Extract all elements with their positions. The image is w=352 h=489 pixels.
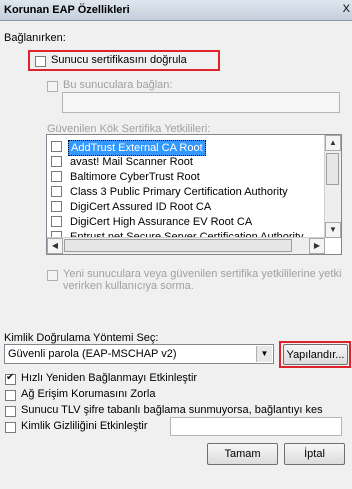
list-vertical-scrollbar[interactable]: ▲ ▼ — [324, 135, 341, 238]
scroll-down-icon[interactable]: ▼ — [325, 222, 341, 238]
close-icon[interactable]: X — [343, 3, 350, 15]
nap-label: Ağ Erişim Korumasını Zorla — [21, 388, 156, 400]
list-item-checkbox[interactable] — [51, 156, 62, 167]
scroll-left-icon[interactable]: ◀ — [47, 238, 63, 254]
cancel-button[interactable]: İptal — [284, 443, 345, 465]
no-prompt-label-line1: Yeni sunuculara veya güvenilen sertifika… — [63, 268, 342, 280]
identity-input[interactable] — [170, 417, 342, 436]
list-item-label: DigiCert High Assurance EV Root CA — [70, 216, 253, 228]
list-horizontal-scrollbar[interactable]: ◀ ▶ — [47, 237, 325, 254]
connecting-group-label: Bağlanırken: — [4, 32, 66, 44]
identity-privacy-checkbox[interactable] — [5, 422, 16, 433]
chevron-down-icon[interactable]: ▼ — [256, 346, 272, 362]
verify-cert-label: Sunucu sertifikasını doğrula — [51, 54, 187, 66]
connect-servers-checkbox[interactable] — [47, 81, 58, 92]
list-item-checkbox[interactable] — [51, 216, 62, 227]
title-bar: Korunan EAP Özellikleri X — [0, 0, 352, 21]
list-item-checkbox[interactable] — [51, 141, 62, 152]
list-item-label: Baltimore CyberTrust Root — [70, 171, 200, 183]
no-prompt-checkbox[interactable] — [47, 270, 58, 281]
nap-checkbox[interactable] — [5, 390, 16, 401]
vertical-scroll-thumb[interactable] — [326, 153, 339, 185]
list-item-checkbox[interactable] — [51, 201, 62, 212]
list-item-checkbox[interactable] — [51, 186, 62, 197]
dialog-body: Bağlanırken: Sunucu sertifikasını doğrul… — [0, 21, 352, 489]
list-item-label: DigiCert Assured ID Root CA — [70, 201, 212, 213]
connect-servers-input[interactable] — [62, 92, 340, 113]
ok-button[interactable]: Tamam — [207, 443, 278, 465]
verify-cert-checkbox[interactable] — [35, 56, 46, 67]
window-title: Korunan EAP Özellikleri — [4, 4, 130, 16]
auth-method-select[interactable]: Güvenli parola (EAP-MSCHAP v2) ▼ — [4, 344, 274, 364]
horizontal-scroll-thumb[interactable] — [64, 239, 292, 252]
identity-privacy-label: Kimlik Gizliliğini Etkinleştir — [21, 420, 148, 432]
configure-button[interactable]: Yapılandır... — [283, 344, 348, 365]
list-item-label: avast! Mail Scanner Root — [70, 156, 193, 168]
fast-reconnect-label: Hızlı Yeniden Bağlanmayı Etkinleştir — [21, 372, 198, 384]
list-item-checkbox[interactable] — [51, 171, 62, 182]
list-item-label: AddTrust External CA Root — [68, 140, 206, 156]
scroll-up-icon[interactable]: ▲ — [325, 135, 341, 151]
scroll-right-icon[interactable]: ▶ — [309, 238, 325, 254]
tlv-checkbox[interactable] — [5, 406, 16, 417]
fast-reconnect-checkbox[interactable] — [5, 372, 16, 385]
trusted-roots-list[interactable]: AddTrust External CA Root avast! Mail Sc… — [46, 134, 342, 255]
auth-method-label: Kimlik Doğrulama Yöntemi Seç: — [4, 332, 159, 344]
auth-method-value: Güvenli parola (EAP-MSCHAP v2) — [8, 348, 177, 360]
connect-servers-label: Bu sunuculara bağlan: — [63, 79, 173, 91]
tlv-label: Sunucu TLV şifre tabanlı bağlama sunmuyo… — [21, 404, 323, 416]
list-item-label: Class 3 Public Primary Certification Aut… — [70, 186, 288, 198]
no-prompt-label-line2: verirken kullanıcıya sorma. — [63, 280, 194, 292]
